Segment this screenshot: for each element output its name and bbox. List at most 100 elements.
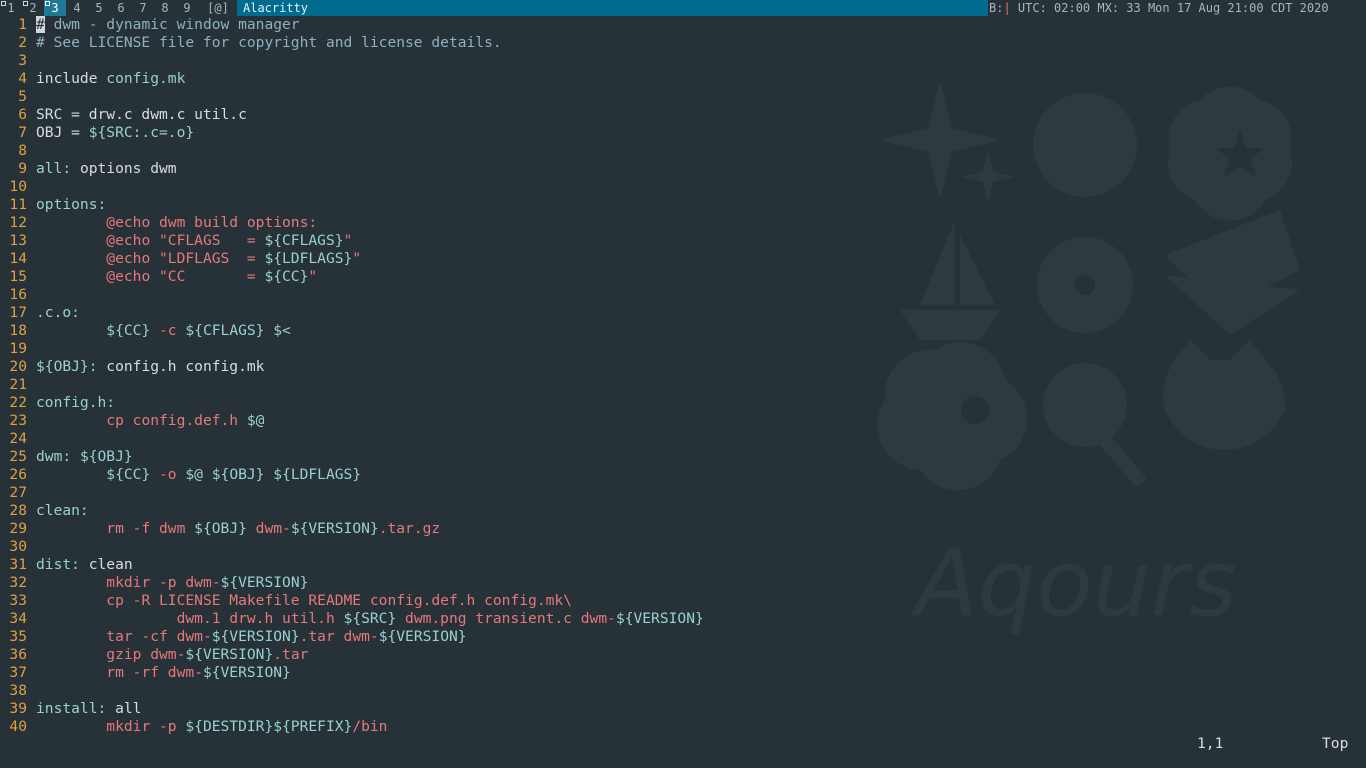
cursor-position: 1,1 xyxy=(1197,735,1224,752)
code-token: clean: xyxy=(36,502,89,519)
code-token: ${VERSION} xyxy=(185,646,274,663)
code-token: " xyxy=(343,232,353,249)
code-token: ${CFLAGS} xyxy=(264,232,344,249)
code-token: /bin xyxy=(352,718,388,735)
code-token: rm -rf dwm- xyxy=(106,664,203,681)
code-token: options: xyxy=(36,196,107,213)
line-content: # See LICENSE file for copyright and lic… xyxy=(36,34,502,52)
line-content: mkdir -p dwm-${VERSION} xyxy=(36,574,308,592)
tag-8[interactable]: 8 xyxy=(154,0,176,16)
tag-6[interactable]: 6 xyxy=(110,0,132,16)
code-token: .tar xyxy=(273,646,309,663)
code-token: ${CC} xyxy=(106,466,151,483)
code-token: dwm: xyxy=(36,448,72,465)
line-number: 18 xyxy=(9,322,27,339)
line-number: 22 xyxy=(9,394,27,411)
code-token: options dwm xyxy=(71,160,177,177)
status-separator: | xyxy=(1003,1,1011,15)
tag-2[interactable]: 2 xyxy=(22,0,44,16)
line-number: 5 xyxy=(18,88,27,105)
line-content: ${CC} -c ${CFLAGS} $< xyxy=(36,322,291,340)
line-number: 7 xyxy=(18,124,27,141)
tag-label: 9 xyxy=(183,1,191,15)
tag-4[interactable]: 4 xyxy=(66,0,88,16)
line-number: 21 xyxy=(9,376,27,393)
window-title: Alacritty xyxy=(237,0,988,16)
line-number: 34 xyxy=(9,610,27,627)
code-token: rm -f dwm xyxy=(106,520,195,537)
code-token: clean xyxy=(79,556,133,573)
tag-7[interactable]: 7 xyxy=(132,0,154,16)
code-token: ${CFLAGS} xyxy=(185,322,265,339)
code-token: tar -cf dwm- xyxy=(106,628,212,645)
window-title-text: Alacritty xyxy=(243,1,309,15)
line-content: cp -R LICENSE Makefile README config.def… xyxy=(36,592,572,610)
line-content: OBJ = ${SRC:.c=.o} xyxy=(36,124,194,142)
line-content: dwm: ${OBJ} xyxy=(36,448,133,466)
line-number: 25 xyxy=(9,448,27,465)
code-token: .tar dwm- xyxy=(299,628,379,645)
code-token: all xyxy=(106,700,142,717)
line-content: ${OBJ}: config.h config.mk xyxy=(36,358,264,376)
code-token: SRC = drw.c dwm.c util.c xyxy=(36,106,247,123)
code-token: cp -R LICENSE Makefile README config.def… xyxy=(106,592,572,609)
line-number: 32 xyxy=(9,574,27,591)
code-token: mkdir -p xyxy=(106,718,186,735)
line-content: rm -rf dwm-${VERSION} xyxy=(36,664,291,682)
occupied-indicator-icon xyxy=(23,1,28,6)
code-token: .c.o: xyxy=(36,304,80,321)
line-content: options: xyxy=(36,196,106,214)
tag-3[interactable]: 3 xyxy=(44,0,66,16)
line-content: dwm.1 drw.h util.h ${SRC} dwm.png transi… xyxy=(36,610,704,628)
code-token: config.h config.mk xyxy=(97,358,265,375)
tag-9[interactable]: 9 xyxy=(176,0,198,16)
code-token: OBJ = xyxy=(36,124,89,141)
tag-5[interactable]: 5 xyxy=(88,0,110,16)
code-token: gzip dwm- xyxy=(106,646,186,663)
code-token: ${SRC} xyxy=(343,610,397,627)
wallpaper-emblems: Aqours xyxy=(860,60,1340,680)
line-number: 29 xyxy=(9,520,27,537)
code-token: cp config.def.h xyxy=(106,412,247,429)
tag-1[interactable]: 1 xyxy=(0,0,22,16)
line-content: include config.mk xyxy=(36,70,185,88)
code-token: ${SRC:.c=.o} xyxy=(88,124,195,141)
line-number: 10 xyxy=(9,178,27,195)
line-content: mkdir -p ${DESTDIR}${PREFIX}/bin xyxy=(36,718,387,736)
line-number: 4 xyxy=(18,70,27,87)
code-token: dwm.png transient.c dwm- xyxy=(396,610,616,627)
occupied-indicator-icon xyxy=(45,1,50,6)
code-token: all: xyxy=(36,160,72,177)
tag-label: 8 xyxy=(161,1,169,15)
code-token: ${OBJ} xyxy=(79,448,133,465)
line-number: 12 xyxy=(9,214,27,231)
line-content: all: options dwm xyxy=(36,160,177,178)
layout-indicator[interactable]: [@] xyxy=(204,0,232,16)
line-number: 36 xyxy=(9,646,27,663)
line-content: @echo "CFLAGS = ${CFLAGS}" xyxy=(36,232,352,250)
scroll-position: Top xyxy=(1322,735,1349,752)
code-token: ${DESTDIR}${PREFIX} xyxy=(185,718,353,735)
line-number: 38 xyxy=(9,682,27,699)
tag-label: 6 xyxy=(117,1,125,15)
line-content: cp config.def.h $@ xyxy=(36,412,264,430)
line-content: @echo dwm build options: xyxy=(36,214,317,232)
line-content: clean: xyxy=(36,502,89,520)
code-token: @echo "LDFLAGS = xyxy=(106,250,265,267)
line-number: 11 xyxy=(9,196,27,213)
tag-label: 5 xyxy=(95,1,103,15)
code-token: ${VERSION} xyxy=(220,574,309,591)
line-number: 14 xyxy=(9,250,27,267)
line-number: 17 xyxy=(9,304,27,321)
code-token: -o xyxy=(150,466,186,483)
tag-label: 3 xyxy=(51,1,59,15)
line-number: 26 xyxy=(9,466,27,483)
